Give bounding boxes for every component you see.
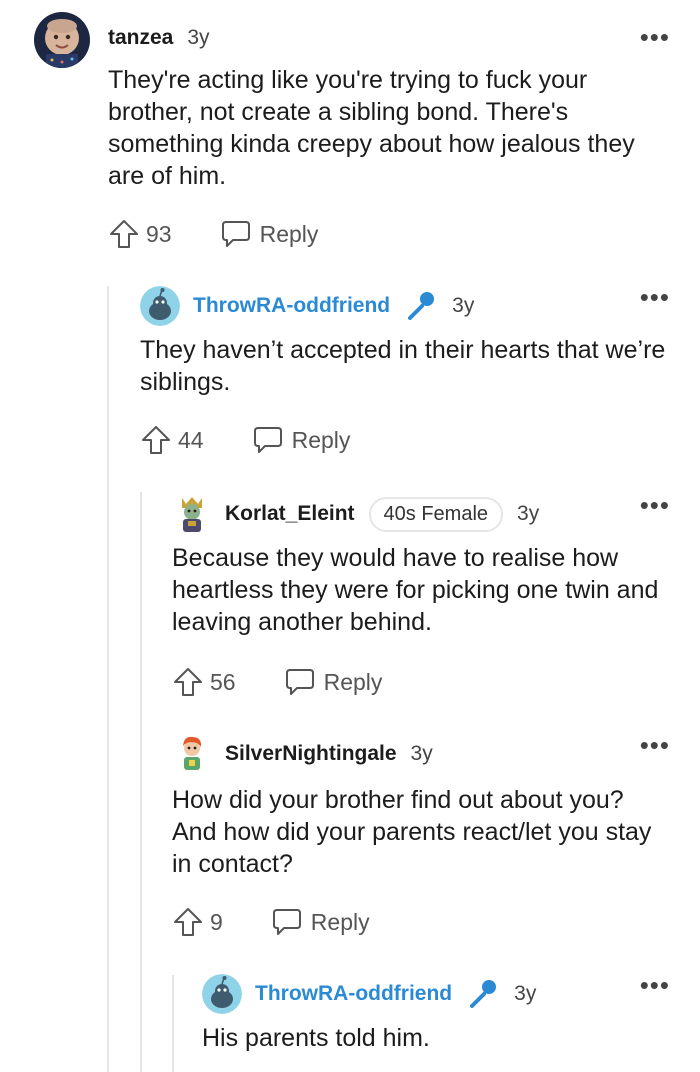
reply-button[interactable]: Reply bbox=[252, 425, 351, 455]
reply-label: Reply bbox=[323, 668, 383, 695]
user-avatar[interactable] bbox=[172, 734, 212, 774]
reply-label: Reply bbox=[259, 220, 319, 247]
more-options-icon[interactable]: ••• bbox=[640, 972, 670, 998]
comment-body: How did your brother find out about you?… bbox=[172, 786, 652, 878]
comment: Korlat_Eleint 40s Female 3y ••• Because … bbox=[172, 492, 700, 696]
comment: ThrowRA-oddfriend 3y ••• They haven’t ac… bbox=[140, 284, 700, 454]
comment-author[interactable]: ThrowRA-oddfriend bbox=[193, 294, 390, 318]
comment: SilverNightingale 3y ••• How did your br… bbox=[172, 732, 700, 936]
reply-label: Reply bbox=[310, 908, 370, 935]
upvote-arrow-icon bbox=[174, 668, 202, 696]
user-flair: 40s Female bbox=[368, 496, 504, 532]
upvote-button[interactable]: 9 bbox=[172, 906, 223, 938]
upvote-arrow-icon bbox=[110, 220, 138, 248]
comment-age: 3y bbox=[410, 742, 433, 765]
user-avatar[interactable] bbox=[202, 974, 242, 1014]
comment-body: They're acting like you're trying to fuc… bbox=[108, 66, 635, 190]
reply-bubble-icon bbox=[221, 221, 250, 247]
upvote-arrow-icon bbox=[174, 908, 202, 936]
user-avatar[interactable] bbox=[140, 286, 180, 326]
vote-count: 9 bbox=[210, 908, 223, 935]
upvote-button[interactable]: 56 bbox=[172, 666, 236, 698]
comment-body: Because they would have to realise how h… bbox=[172, 544, 659, 636]
comment-body: They haven’t accepted in their hearts th… bbox=[140, 336, 666, 396]
vote-count: 93 bbox=[146, 220, 172, 247]
comment-author[interactable]: SilverNightingale bbox=[225, 742, 397, 766]
thread-line bbox=[107, 286, 109, 1072]
comment: ThrowRA-oddfriend 3y ••• His parents tol… bbox=[202, 972, 700, 1054]
comment-age: 3y bbox=[187, 26, 210, 49]
more-options-icon[interactable]: ••• bbox=[640, 24, 670, 50]
vote-count: 56 bbox=[210, 668, 236, 695]
upvote-button[interactable]: 44 bbox=[140, 424, 204, 456]
comment-author[interactable]: tanzea bbox=[108, 26, 173, 50]
upvote-button[interactable]: 93 bbox=[108, 218, 172, 250]
microphone-icon bbox=[470, 980, 497, 1008]
user-avatar[interactable] bbox=[172, 494, 212, 534]
reply-bubble-icon bbox=[285, 669, 314, 695]
reply-button[interactable]: Reply bbox=[271, 907, 370, 937]
more-options-icon[interactable]: ••• bbox=[640, 284, 670, 310]
comment-body: His parents told him. bbox=[202, 1024, 430, 1052]
more-options-icon[interactable]: ••• bbox=[640, 732, 670, 758]
comment-author[interactable]: Korlat_Eleint bbox=[225, 502, 355, 526]
comment: tanzea 3y ••• They're acting like you're… bbox=[34, 10, 700, 248]
reply-bubble-icon bbox=[272, 909, 301, 935]
reply-button[interactable]: Reply bbox=[284, 667, 383, 697]
thread-line bbox=[140, 492, 142, 1072]
reply-button[interactable]: Reply bbox=[220, 219, 319, 249]
comment-age: 3y bbox=[514, 982, 537, 1005]
comment-age: 3y bbox=[452, 294, 475, 317]
user-avatar[interactable] bbox=[34, 12, 90, 68]
thread-line bbox=[172, 975, 174, 1072]
upvote-arrow-icon bbox=[142, 426, 170, 454]
comment-age: 3y bbox=[517, 502, 540, 525]
reply-bubble-icon bbox=[253, 427, 282, 453]
vote-count: 44 bbox=[178, 426, 204, 453]
reply-label: Reply bbox=[291, 426, 351, 453]
microphone-icon bbox=[408, 292, 435, 320]
comment-author[interactable]: ThrowRA-oddfriend bbox=[255, 982, 452, 1006]
more-options-icon[interactable]: ••• bbox=[640, 492, 670, 518]
